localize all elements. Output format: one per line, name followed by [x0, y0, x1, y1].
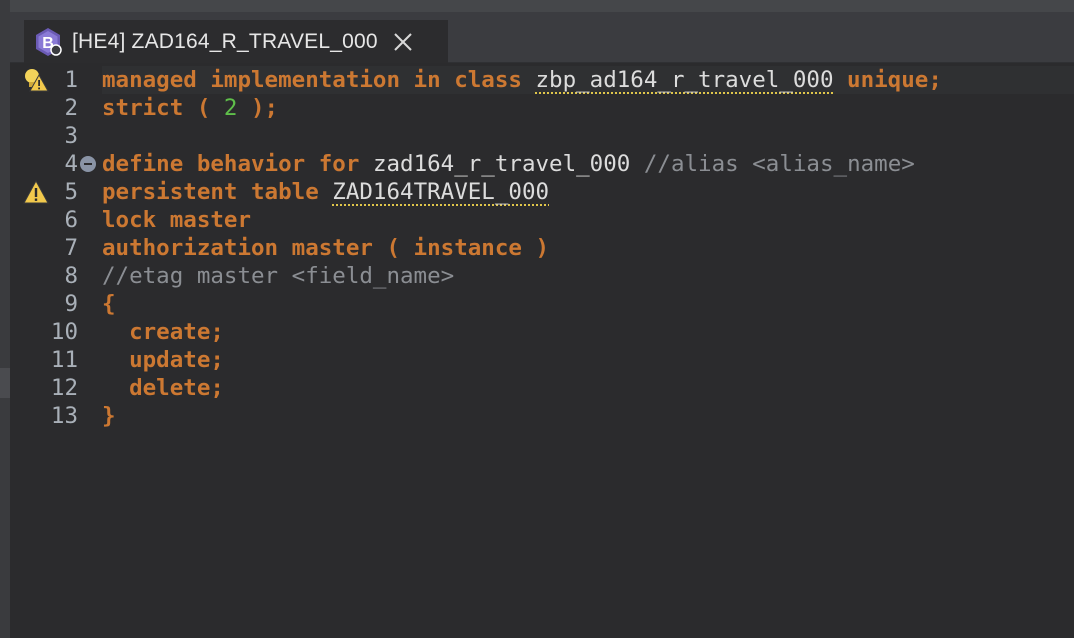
window-top-bar — [10, 0, 1074, 12]
line-number: 6 — [64, 207, 78, 233]
code-token: //etag master <field_name> — [102, 263, 455, 289]
code-line[interactable]: 13} — [22, 402, 1074, 430]
code-line[interactable]: 2 strict ( 2 ); — [22, 94, 1074, 122]
code-line[interactable]: 3 — [22, 122, 1074, 150]
code-text: authorization master ( instance ) — [102, 234, 549, 262]
line-number: 9 — [64, 291, 78, 317]
code-token: ); — [237, 95, 279, 121]
code-token: 2 — [223, 95, 238, 121]
line-number: 11 — [50, 347, 78, 373]
code-text: update; — [102, 346, 224, 374]
code-line[interactable]: 11 update; — [22, 346, 1074, 374]
code-token: } — [102, 403, 116, 429]
code-token: { — [102, 291, 116, 317]
code-text: } — [102, 402, 116, 430]
code-text: create; — [102, 318, 224, 346]
code-text: { — [102, 290, 116, 318]
code-token: authorization master ( instance ) — [102, 235, 550, 261]
line-number: 12 — [50, 375, 78, 401]
code-token: create; — [102, 319, 224, 345]
code-line[interactable]: 10 create; — [22, 318, 1074, 346]
code-line[interactable]: 12 delete; — [22, 374, 1074, 402]
behavior-definition-icon: B — [32, 26, 64, 58]
code-text: lock master — [102, 206, 251, 234]
line-number: 7 — [64, 235, 78, 261]
line-number: 5 — [64, 179, 78, 205]
code-editor[interactable]: 1 managed implementation in class zbp_ad1… — [22, 63, 1074, 638]
code-text: managed implementation in class zbp_ad16… — [102, 66, 942, 94]
line-number: 8 — [64, 263, 78, 289]
line-number: 4 — [64, 151, 78, 177]
code-token: zad164_r_travel_000 — [372, 151, 644, 177]
code-token: ZAD164TRAVEL_000 — [332, 179, 550, 205]
code-line[interactable]: 6 lock master — [22, 206, 1074, 234]
close-icon[interactable] — [392, 31, 414, 53]
code-line[interactable]: 1 managed implementation in class zbp_ad1… — [22, 66, 1074, 94]
code-line[interactable]: 5 persistent table ZAD164TRAVEL_000 — [22, 178, 1074, 206]
code-token: lock master — [102, 207, 252, 233]
code-text: persistent table ZAD164TRAVEL_000 — [102, 178, 549, 206]
line-number: 1 — [64, 67, 78, 93]
code-token: update; — [102, 347, 224, 373]
code-line[interactable]: 9{ — [22, 290, 1074, 318]
code-token: persistent table — [102, 179, 333, 205]
line-number: 13 — [50, 403, 78, 429]
code-token: define behavior for — [102, 151, 373, 177]
fold-collapse-icon[interactable] — [80, 156, 96, 172]
lightbulb-warning-icon[interactable] — [22, 66, 50, 94]
code-token: managed implementation in class — [102, 67, 536, 93]
code-text: define behavior for zad164_r_travel_000 … — [102, 150, 915, 178]
code-line[interactable]: 7 authorization master ( instance ) — [22, 234, 1074, 262]
code-text: //etag master <field_name> — [102, 262, 454, 290]
code-line[interactable]: 4 define behavior for zad164_r_travel_000… — [22, 150, 1074, 178]
line-number: 2 — [64, 95, 78, 121]
editor-tab[interactable]: B [HE4] ZAD164_R_TRAVEL_000 — [24, 20, 448, 64]
warning-icon[interactable] — [22, 178, 50, 206]
left-panel-handle[interactable] — [0, 368, 10, 398]
line-number: 10 — [50, 319, 78, 345]
line-number: 3 — [64, 123, 78, 149]
tab-title: [HE4] ZAD164_R_TRAVEL_000 — [72, 30, 378, 53]
editor-tab-bar: B [HE4] ZAD164_R_TRAVEL_000 — [10, 12, 1074, 64]
code-line[interactable]: 8 //etag master <field_name> — [22, 262, 1074, 290]
code-token: zbp_ad164_r_travel_000 — [535, 67, 834, 93]
code-text: strict ( 2 ); — [102, 94, 278, 122]
code-token: delete; — [102, 375, 224, 401]
code-text: delete; — [102, 374, 224, 402]
code-token: strict ( — [102, 95, 224, 121]
left-panel-strip — [0, 0, 10, 638]
code-token: //alias <alias_name> — [643, 151, 915, 177]
code-token: unique; — [833, 67, 942, 93]
